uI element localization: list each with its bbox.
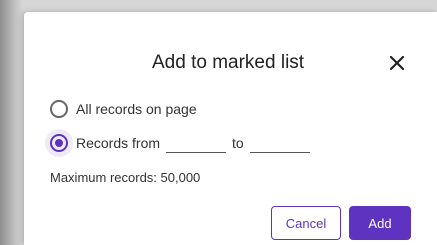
option-all-records-label: All records on page — [76, 101, 197, 117]
option-records-from-label: Records from — [76, 135, 161, 151]
records-from-input[interactable] — [166, 133, 227, 153]
option-all-records-on-page[interactable]: All records on page — [50, 98, 197, 120]
cancel-button[interactable]: Cancel — [271, 206, 341, 240]
close-icon — [389, 55, 405, 71]
records-to-input[interactable] — [249, 133, 310, 153]
radio-all-records[interactable] — [50, 100, 68, 118]
records-to-label: to — [232, 135, 244, 151]
add-to-marked-list-dialog: Add to marked list All records on page R… — [24, 12, 437, 245]
option-records-range[interactable]: Records from to — [45, 129, 316, 157]
close-button[interactable] — [384, 50, 410, 76]
maximum-records-note: Maximum records: 50,000 — [50, 170, 201, 185]
radio-records-range[interactable] — [45, 129, 73, 157]
dialog-title: Add to marked list — [152, 52, 305, 73]
add-button[interactable]: Add — [349, 206, 411, 240]
